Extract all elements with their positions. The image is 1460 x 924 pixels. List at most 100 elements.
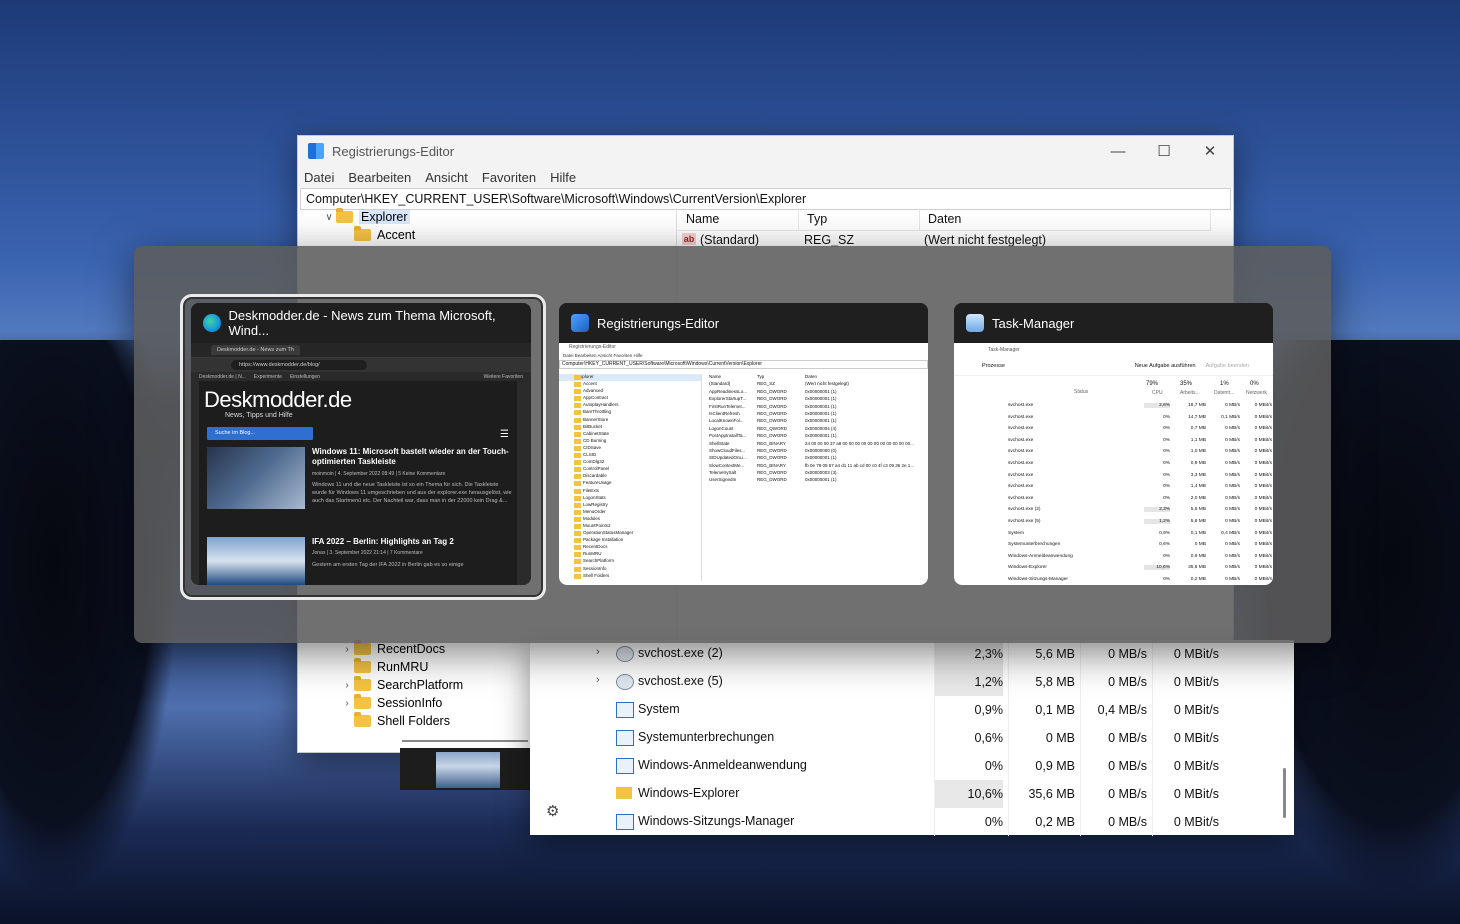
process-cpu: 0,6% [934, 724, 1003, 752]
tm-process-row[interactable]: Windows-Explorer 10,6% 35,6 MB 0 MB/s 0 MBit… [530, 780, 1294, 808]
menu-datei[interactable]: Datei [304, 170, 334, 185]
thumb-tree-item: OperationStatusManager [559, 530, 701, 537]
tree-item-sessioninfo[interactable]: › SessionInfo [340, 694, 442, 712]
thumb-process-row: Windows-Explorer 10,6% 35,6 MB 0 MB/s 0 MBit… [1008, 565, 1272, 571]
edge-thumbnail: Deskmodder.de - News zum Th https://www.… [191, 343, 531, 585]
tm-scrollbar[interactable] [1283, 768, 1286, 818]
tm-process-row[interactable]: Windows-Sitzungs-Manager 0% 0,2 MB 0 MB/s 0 … [530, 808, 1294, 836]
article-image [207, 447, 305, 509]
tree-item-explorer[interactable]: ∨ Explorer [322, 208, 410, 226]
process-mem: 0,1 MB [1008, 696, 1075, 724]
thumb-value-row: PostAppInstallTa... REG_DWORD 0x00000001 (… [709, 433, 837, 439]
thumb-process-row: Windows-Sitzungs-Manager 0% 0,2 MB 0 MB/s 0 … [1008, 576, 1272, 582]
alt-tab-switcher: Deskmodder.de - News zum Thema Microsoft… [134, 246, 1331, 643]
thumb-value-row: IsClientRefresh REG_DWORD 0x00000001 (1) [709, 410, 837, 416]
thumb-tab: Deskmodder.de - News zum Th [211, 345, 300, 355]
menu-icon: ☰ [500, 429, 509, 440]
menu-ansicht[interactable]: Ansicht [425, 170, 468, 185]
thumb-process-row: svchost.exe 0% 0,9 MB 0 MB/s 0 MBit/s [1008, 460, 1272, 466]
registry-address-bar[interactable]: Computer\HKEY_CURRENT_USER\Software\Micr… [300, 188, 1231, 210]
thumb-value-row: ExplorerStartupT... REG_DWORD 0x00000001 (… [709, 396, 837, 402]
thumb-process-row: svchost.exe 2,6% 18,7 MB 0 MB/s 0 MBit/s [1008, 403, 1272, 408]
thumb-tree-item: Explorer [559, 374, 701, 382]
registry-value-row[interactable]: ab (Standard) REG_SZ (Wert nicht festgel… [682, 233, 1046, 247]
chevron-right-icon[interactable]: › [596, 646, 600, 658]
thumb-tree-item: ComDlg32 [559, 459, 701, 466]
tree-item-accent[interactable]: Accent [354, 226, 415, 244]
close-button[interactable]: ✕ [1187, 142, 1233, 160]
window-icon [616, 702, 634, 718]
task-manager-window[interactable]: ⚙ › svchost.exe (2) 2,3% 5,6 MB 0 MB/s 0 MBit… [530, 640, 1294, 836]
tm-process-row[interactable]: Systemunterbrechungen 0,6% 0 MB 0 MB/s 0 MBi… [530, 724, 1294, 752]
tree-item-runmru[interactable]: RunMRU [340, 658, 428, 676]
process-net: 0 MBit/s [1152, 696, 1219, 724]
article-1: Windows 11: Microsoft bastelt wieder an … [207, 447, 517, 527]
thumb-tree-item: RecentDocs [559, 544, 701, 551]
thumb-value-row: (Standard) REG_SZ (Wert nicht festgelegt) [709, 381, 849, 387]
thumb-process-row: svchost.exe 0% 1,1 MB 0 MB/s 0 MBit/s [1008, 437, 1272, 443]
chevron-right-icon[interactable]: › [596, 674, 600, 686]
tm-process-row[interactable]: Windows-Anmeldeanwendung 0% 0,9 MB 0 MB/s 0 … [530, 752, 1294, 780]
tree-scrollbar[interactable] [402, 740, 528, 742]
thumb-tree-item: BitBucket [559, 424, 701, 431]
thumb-process-row: svchost.exe 0% 14,7 MB 0,1 MB/s 0 MBit/s [1008, 414, 1272, 420]
site-tagline: News, Tipps und Hilfe [225, 412, 293, 419]
service-gear-icon [616, 646, 634, 662]
column-typ[interactable]: Typ [799, 208, 920, 230]
regedit-icon [308, 143, 324, 159]
thumb-tree-item: ControlPanel [559, 466, 701, 473]
registry-title: Registrierungs-Editor [332, 143, 455, 159]
thumb-value-row: LogonCount REG_QWORD 0x00000004 (4) [709, 425, 837, 431]
menu-bearbeiten[interactable]: Bearbeiten [348, 170, 411, 185]
thumb-tree-item: SearchPlatform [559, 558, 701, 565]
process-name: Windows-Sitzungs-Manager [638, 814, 795, 828]
thumb-webpage: Deskmodder.de News, Tipps und Hilfe Such… [199, 381, 517, 585]
card-title: Registrierungs-Editor [597, 315, 720, 331]
tm-process-row[interactable]: System 0,9% 0,1 MB 0,4 MB/s 0 MBit/s [530, 696, 1294, 724]
chevron-right-icon[interactable]: › [340, 698, 354, 709]
menu-favoriten[interactable]: Favoriten [482, 170, 536, 185]
thumb-tree-item: AppContract [559, 395, 701, 402]
thumb-value-header: Name Typ Daten [709, 374, 818, 379]
thumb-tree-item: MountPoints2 [559, 523, 701, 530]
thumb-process-list: svchost.exe 2,6% 18,7 MB 0 MB/s 0 MBit/s svch… [974, 401, 1272, 585]
thumb-tree-item: Advanced [559, 388, 701, 395]
thumb-tree-item: CD Burning [559, 438, 701, 445]
switcher-card-edge[interactable]: Deskmodder.de - News zum Thema Microsoft… [191, 303, 531, 585]
thumb-process-row: Systemunterbrechungen 0,6% 0 MB 0 MB/s 0 MBi… [1008, 542, 1272, 548]
chevron-right-icon[interactable]: › [340, 644, 354, 655]
process-name: svchost.exe (5) [638, 674, 723, 688]
registry-column-headers: Name Typ Daten [678, 208, 1211, 231]
tm-process-row[interactable]: › svchost.exe (2) 2,3% 5,6 MB 0 MB/s 0 MBit/s [530, 640, 1294, 668]
chevron-right-icon[interactable]: › [340, 680, 354, 691]
taskmanager-thumbnail: Task-Manager Prozesse Neue Aufgabe ausfü… [954, 343, 1273, 585]
thumb-value-row: LocalKnownFol... REG_DWORD 0x00000001 (1) [709, 418, 837, 424]
folder-icon [354, 226, 371, 241]
switcher-card-taskmanager[interactable]: Task-Manager Task-Manager Prozesse Neue … [954, 303, 1273, 585]
process-disk: 0 MB/s [1080, 724, 1147, 752]
process-cpu: 2,3% [934, 640, 1003, 668]
process-mem: 0 MB [1008, 724, 1075, 752]
window-icon [616, 730, 634, 746]
process-net: 0 MBit/s [1152, 780, 1219, 808]
thumb-process-row: svchost.exe 0% 2,0 MB 0 MB/s 0 MBit/s [1008, 495, 1272, 501]
thumb-tree-item: Modules [559, 516, 701, 523]
thumb-column-headers: Status 79% 35% 1% 0% CPU Arbeits... Date… [1074, 381, 1267, 396]
tree-item-shell-folders[interactable]: Shell Folders [340, 712, 450, 730]
thumb-value-row: SlowContextMe... REG_BINARY fb 0e 79 09 67… [709, 462, 915, 468]
folder-icon [354, 694, 371, 709]
column-daten[interactable]: Daten [920, 208, 1211, 230]
switcher-card-registry[interactable]: Registrierungs-Editor Registrierungs-Edi… [559, 303, 928, 585]
minimize-button[interactable]: — [1095, 143, 1141, 160]
menu-hilfe[interactable]: Hilfe [550, 170, 576, 185]
registry-titlebar[interactable]: Registrierungs-Editor — ☐ ✕ [298, 136, 1233, 166]
tree-item-searchplatform[interactable]: › SearchPlatform [340, 676, 463, 694]
maximize-button[interactable]: ☐ [1141, 142, 1187, 160]
article-image [436, 752, 500, 788]
site-logo: Deskmodder.de [204, 387, 352, 412]
window-icon [616, 758, 634, 774]
folder-icon [354, 658, 371, 673]
tm-process-row[interactable]: › svchost.exe (5) 1,2% 5,8 MB 0 MB/s 0 MBit/s [530, 668, 1294, 696]
column-name[interactable]: Name [678, 208, 799, 230]
chevron-down-icon[interactable]: ∨ [322, 212, 336, 223]
